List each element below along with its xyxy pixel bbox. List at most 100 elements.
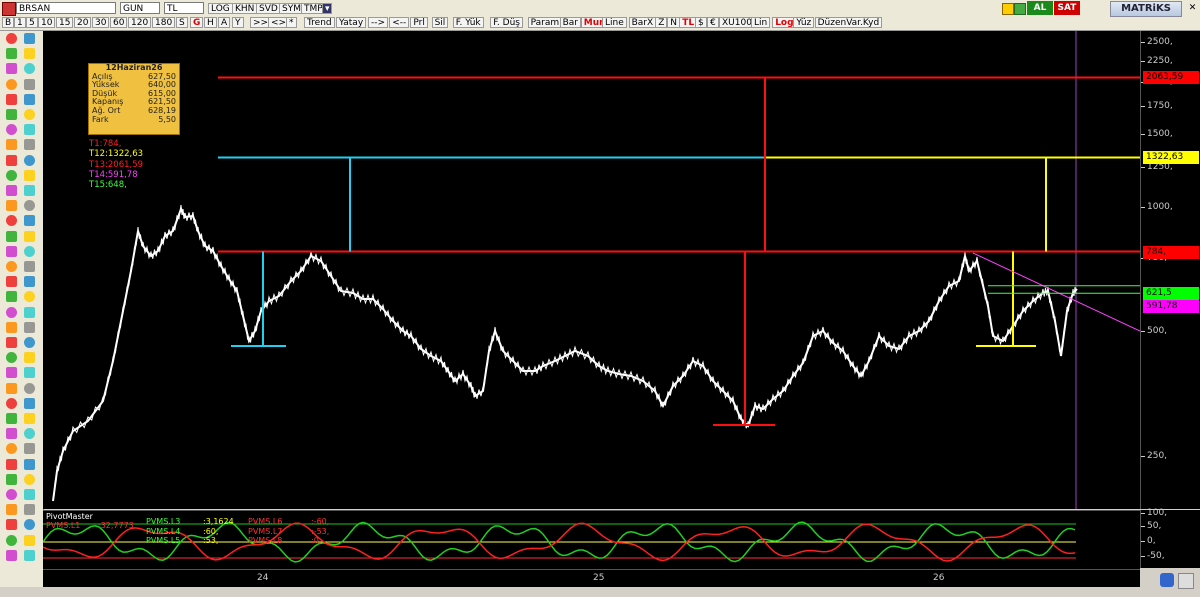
channel-left-icon[interactable] [6,245,17,257]
arrow-up-left-icon[interactable] [6,169,17,181]
interval-button-2[interactable]: 5 [26,17,38,28]
price-chart[interactable]: 12Haziran26 Açılış 627,50 Yüksek 640,00 Düşü… [43,31,1140,509]
tool-button-9[interactable]: Bar [559,17,581,28]
link-left-icon[interactable] [6,443,17,455]
tool-button-22[interactable]: DüzenVar.Kyd [814,17,883,28]
hand-left-icon[interactable] [6,109,17,120]
svd-button[interactable]: SVD [256,3,281,14]
level-left-icon[interactable] [6,291,17,303]
fib-right-icon[interactable] [24,261,35,272]
window-icon[interactable] [1002,3,1014,15]
log-button[interactable]: LOG [208,3,233,14]
print-right-icon[interactable] [24,413,35,424]
tool-button-21[interactable]: Yüz [793,17,815,28]
draw-right-icon[interactable] [24,78,35,90]
tool-button-16[interactable]: $ [695,17,707,28]
nav-button-2[interactable]: A [218,17,231,28]
nav-button-0[interactable]: G [190,17,204,28]
arrow-up-right-icon[interactable] [24,169,35,181]
tool-button-12[interactable]: BarX [628,17,657,28]
khn-button[interactable]: KHN [232,3,258,14]
buy-button[interactable]: AL [1027,1,1053,15]
sell-button[interactable]: SAT [1054,1,1080,15]
cursor-left-icon[interactable] [6,48,17,60]
tool-button-11[interactable]: Line [602,17,627,28]
currency-select[interactable]: TL [164,2,204,14]
move-right-icon[interactable] [24,200,35,212]
magnet-right-icon[interactable] [24,519,35,531]
fib-left-icon[interactable] [6,261,17,272]
alarm-left-icon[interactable] [6,124,17,136]
collapse-icon[interactable] [1178,573,1194,589]
move-left-icon[interactable] [6,200,17,212]
gann-left-icon[interactable] [6,276,17,288]
magnet-left-icon[interactable] [6,519,17,531]
dropdown-icon[interactable]: ▾ [322,3,332,14]
camera-right-icon[interactable] [24,489,35,500]
interval-button-0[interactable]: B [2,17,15,28]
magnifier-left-icon[interactable] [6,93,17,105]
refresh-icon[interactable] [1014,3,1026,15]
tool-button-5[interactable]: Sil [431,17,449,28]
symbol-input[interactable]: BRSAN [16,2,116,14]
rect-right-icon[interactable] [24,549,35,561]
gann-right-icon[interactable] [24,276,35,288]
tool-button-18[interactable]: XU100 [719,17,755,28]
grid-right-icon[interactable] [24,337,35,348]
lock-right-icon[interactable] [24,428,35,440]
line-right-icon[interactable] [24,534,35,546]
arrow-down-right-icon[interactable] [24,185,35,196]
nav-button-1[interactable]: H [204,17,217,28]
grid-left-icon[interactable] [6,337,17,348]
trend-left-icon[interactable] [6,230,17,242]
line-left-icon[interactable] [6,534,17,546]
pen-left-icon[interactable] [6,139,17,151]
interval-button-7[interactable]: 60 [110,17,128,28]
tool-button-8[interactable]: Param [527,17,563,28]
close-icon[interactable]: ✕ [1187,3,1198,13]
layout-right-icon[interactable] [24,382,35,394]
sync-icon[interactable] [1160,573,1174,587]
resize-right-icon[interactable] [24,215,35,227]
zoom-button-2[interactable]: * [286,17,297,28]
tool-button-4[interactable]: Prl [410,17,428,28]
channel-right-icon[interactable] [24,245,35,257]
text-left-icon[interactable] [6,306,17,318]
resize-left-icon[interactable] [6,215,17,227]
save-left-icon[interactable] [6,397,17,409]
export-left-icon[interactable] [6,473,17,485]
interval-button-5[interactable]: 20 [74,17,92,28]
trend-right-icon[interactable] [24,230,35,242]
magnifier-right-icon[interactable] [24,93,35,105]
indicator-left-icon[interactable] [6,352,17,364]
rect-left-icon[interactable] [6,549,17,561]
tool-button-13[interactable]: Z [655,17,668,28]
help-left-icon[interactable] [6,504,17,516]
interval-button-3[interactable]: 10 [38,17,56,28]
nav-button-3[interactable]: Y [232,17,244,28]
help-right-icon[interactable] [24,504,35,516]
copy-left-icon[interactable] [6,458,17,470]
tool-button-3[interactable]: <-- [389,17,410,28]
alarm-right-icon[interactable] [24,124,35,136]
template-right-icon[interactable] [24,367,35,379]
interval-button-1[interactable]: 1 [14,17,26,28]
period-select[interactable]: GUN [120,2,160,14]
pen-right-icon[interactable] [24,139,35,151]
tool-button-0[interactable]: Trend [304,17,335,28]
indicator-right-icon[interactable] [24,352,35,364]
tool-button-1[interactable]: Yatay [336,17,367,28]
crosshair-left-icon[interactable] [6,63,17,75]
interval-button-9[interactable]: 180 [152,17,176,28]
zoom-left-icon[interactable] [6,321,17,333]
save-right-icon[interactable] [24,397,35,409]
delete-left-icon[interactable] [6,154,17,166]
level-right-icon[interactable] [24,291,35,303]
matriks-menu-icon[interactable] [2,2,16,16]
lock-left-icon[interactable] [6,428,17,440]
template-left-icon[interactable] [6,367,17,379]
copy-right-icon[interactable] [24,458,35,470]
interval-button-8[interactable]: 120 [128,17,152,28]
delete-right-icon[interactable] [24,154,35,166]
layout-left-icon[interactable] [6,382,17,394]
